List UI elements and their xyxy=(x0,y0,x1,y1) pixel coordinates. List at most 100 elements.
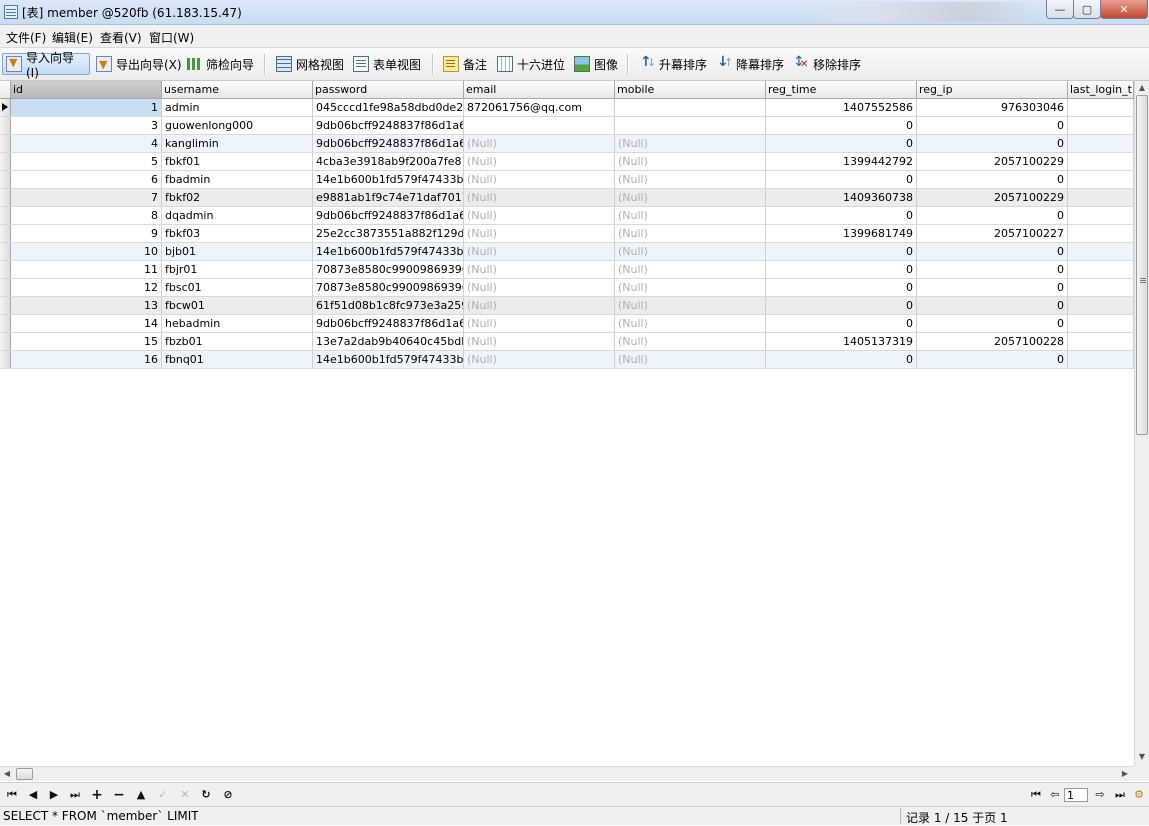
cell-mobile[interactable]: (Null) xyxy=(615,225,766,242)
cell-username[interactable]: kanglimin xyxy=(162,135,313,152)
cell-last-login-time[interactable] xyxy=(1068,297,1134,314)
cell-reg-ip[interactable]: 0 xyxy=(917,261,1068,278)
cell-mobile[interactable] xyxy=(615,99,766,116)
table-row[interactable]: 13fbcw0161f51d08b1c8fc973e3a2591c(Null)(… xyxy=(0,297,1134,315)
menu-window[interactable]: 窗口(W) xyxy=(147,28,196,47)
cell-email[interactable]: (Null) xyxy=(464,153,615,170)
cell-username[interactable]: guowenlong000 xyxy=(162,117,313,134)
cell-mobile[interactable]: (Null) xyxy=(615,207,766,224)
sort-ascending-button[interactable]: 升幕排序 xyxy=(636,53,710,75)
cell-reg-ip[interactable]: 0 xyxy=(917,117,1068,134)
cell-username[interactable]: dqadmin xyxy=(162,207,313,224)
cell-last-login-time[interactable] xyxy=(1068,243,1134,260)
cell-email[interactable]: (Null) xyxy=(464,225,615,242)
column-header-mobile[interactable]: mobile xyxy=(615,81,766,98)
delete-record-icon[interactable]: − xyxy=(111,787,127,803)
cell-reg-ip[interactable]: 0 xyxy=(917,207,1068,224)
cell-reg-time[interactable]: 0 xyxy=(766,315,917,332)
cell-mobile[interactable] xyxy=(615,117,766,134)
cell-email[interactable]: (Null) xyxy=(464,315,615,332)
cell-password[interactable]: 61f51d08b1c8fc973e3a2591c xyxy=(313,297,464,314)
row-indicator[interactable] xyxy=(0,315,11,332)
row-indicator[interactable] xyxy=(0,297,11,314)
cell-email[interactable]: (Null) xyxy=(464,297,615,314)
image-button[interactable]: 图像 xyxy=(571,53,621,75)
cell-reg-time[interactable]: 0 xyxy=(766,135,917,152)
table-row[interactable]: 16fbnq0114e1b600b1fd579f47433b88e(Null)(… xyxy=(0,351,1134,369)
cell-email[interactable] xyxy=(464,117,615,134)
cell-mobile[interactable]: (Null) xyxy=(615,297,766,314)
row-indicator[interactable] xyxy=(0,261,11,278)
cell-email[interactable]: (Null) xyxy=(464,261,615,278)
cell-username[interactable]: bjb01 xyxy=(162,243,313,260)
row-indicator[interactable] xyxy=(0,189,11,206)
cell-username[interactable]: fbsc01 xyxy=(162,279,313,296)
add-record-icon[interactable]: + xyxy=(89,787,105,803)
cell-id[interactable]: 9 xyxy=(11,225,162,242)
prev-record-icon[interactable]: ◀ xyxy=(25,787,41,803)
cell-email[interactable]: (Null) xyxy=(464,135,615,152)
cell-password[interactable]: 14e1b600b1fd579f47433b88e xyxy=(313,351,464,368)
scroll-down-arrow-icon[interactable]: ▼ xyxy=(1135,750,1149,764)
cell-reg-ip[interactable]: 0 xyxy=(917,279,1068,296)
column-header-last-login-time[interactable]: last_login_tim xyxy=(1068,81,1134,98)
cell-mobile[interactable]: (Null) xyxy=(615,153,766,170)
export-wizard-button[interactable]: 导出向导(X) xyxy=(93,53,185,75)
row-indicator[interactable] xyxy=(0,279,11,296)
cell-last-login-time[interactable] xyxy=(1068,117,1134,134)
page-number-input[interactable]: 1 xyxy=(1064,788,1088,802)
cell-password[interactable]: 14e1b600b1fd579f47433b88e xyxy=(313,243,464,260)
next-page-icon[interactable]: ⇨ xyxy=(1092,787,1108,803)
stop-icon[interactable]: ⊘ xyxy=(220,787,236,803)
scroll-up-arrow-icon[interactable]: ▲ xyxy=(1135,81,1149,95)
cell-mobile[interactable]: (Null) xyxy=(615,135,766,152)
last-record-icon[interactable]: ⏭ xyxy=(67,787,83,803)
cell-last-login-time[interactable] xyxy=(1068,225,1134,242)
cell-reg-time[interactable]: 1399442792 xyxy=(766,153,917,170)
row-indicator[interactable] xyxy=(0,135,11,152)
column-header-reg-ip[interactable]: reg_ip xyxy=(917,81,1068,98)
hex-button[interactable]: 十六进位 xyxy=(494,53,568,75)
cell-username[interactable]: fbjr01 xyxy=(162,261,313,278)
cell-reg-time[interactable]: 0 xyxy=(766,351,917,368)
cell-last-login-time[interactable] xyxy=(1068,333,1134,350)
grid-view-button[interactable]: 网格视图 xyxy=(273,53,347,75)
cell-reg-ip[interactable]: 2057100229 xyxy=(917,153,1068,170)
cell-reg-time[interactable]: 0 xyxy=(766,279,917,296)
cell-last-login-time[interactable] xyxy=(1068,99,1134,116)
cell-email[interactable]: (Null) xyxy=(464,207,615,224)
cell-username[interactable]: fbkf02 xyxy=(162,189,313,206)
cell-id[interactable]: 7 xyxy=(11,189,162,206)
cell-password[interactable]: 25e2cc3873551a882f129d242 xyxy=(313,225,464,242)
row-indicator[interactable] xyxy=(0,207,11,224)
cell-reg-time[interactable]: 1405137319 xyxy=(766,333,917,350)
row-indicator[interactable] xyxy=(0,351,11,368)
cell-mobile[interactable]: (Null) xyxy=(615,243,766,260)
cell-email[interactable]: (Null) xyxy=(464,279,615,296)
scroll-right-arrow-icon[interactable]: ▶ xyxy=(1118,767,1132,781)
cell-mobile[interactable]: (Null) xyxy=(615,171,766,188)
cell-email[interactable]: (Null) xyxy=(464,171,615,188)
cell-last-login-time[interactable] xyxy=(1068,351,1134,368)
cell-reg-time[interactable]: 1407552586 xyxy=(766,99,917,116)
cell-reg-time[interactable]: 1409360738 xyxy=(766,189,917,206)
cell-last-login-time[interactable] xyxy=(1068,171,1134,188)
cell-password[interactable]: 4cba3e3918ab9f200a7fe81d2 xyxy=(313,153,464,170)
cell-password[interactable]: 9db06bcff9248837f86d1a6bcf xyxy=(313,315,464,332)
cell-reg-time[interactable]: 0 xyxy=(766,297,917,314)
table-row[interactable]: 7fbkf02e9881ab1f9c74e71daf70177d(Null)(N… xyxy=(0,189,1134,207)
row-indicator[interactable] xyxy=(0,225,11,242)
horizontal-scrollbar[interactable]: ◀ ▶ xyxy=(0,766,1134,781)
cell-reg-time[interactable]: 0 xyxy=(766,117,917,134)
cell-reg-ip[interactable]: 976303046 xyxy=(917,99,1068,116)
cell-reg-ip[interactable]: 2057100227 xyxy=(917,225,1068,242)
cell-last-login-time[interactable] xyxy=(1068,279,1134,296)
cell-reg-time[interactable]: 0 xyxy=(766,171,917,188)
cell-id[interactable]: 8 xyxy=(11,207,162,224)
cell-last-login-time[interactable] xyxy=(1068,135,1134,152)
cell-username[interactable]: fbkf03 xyxy=(162,225,313,242)
vertical-scrollbar[interactable]: ▲ ▼ xyxy=(1134,81,1149,766)
cell-id[interactable]: 4 xyxy=(11,135,162,152)
sort-descending-button[interactable]: 降幕排序 xyxy=(713,53,787,75)
cell-email[interactable]: (Null) xyxy=(464,189,615,206)
